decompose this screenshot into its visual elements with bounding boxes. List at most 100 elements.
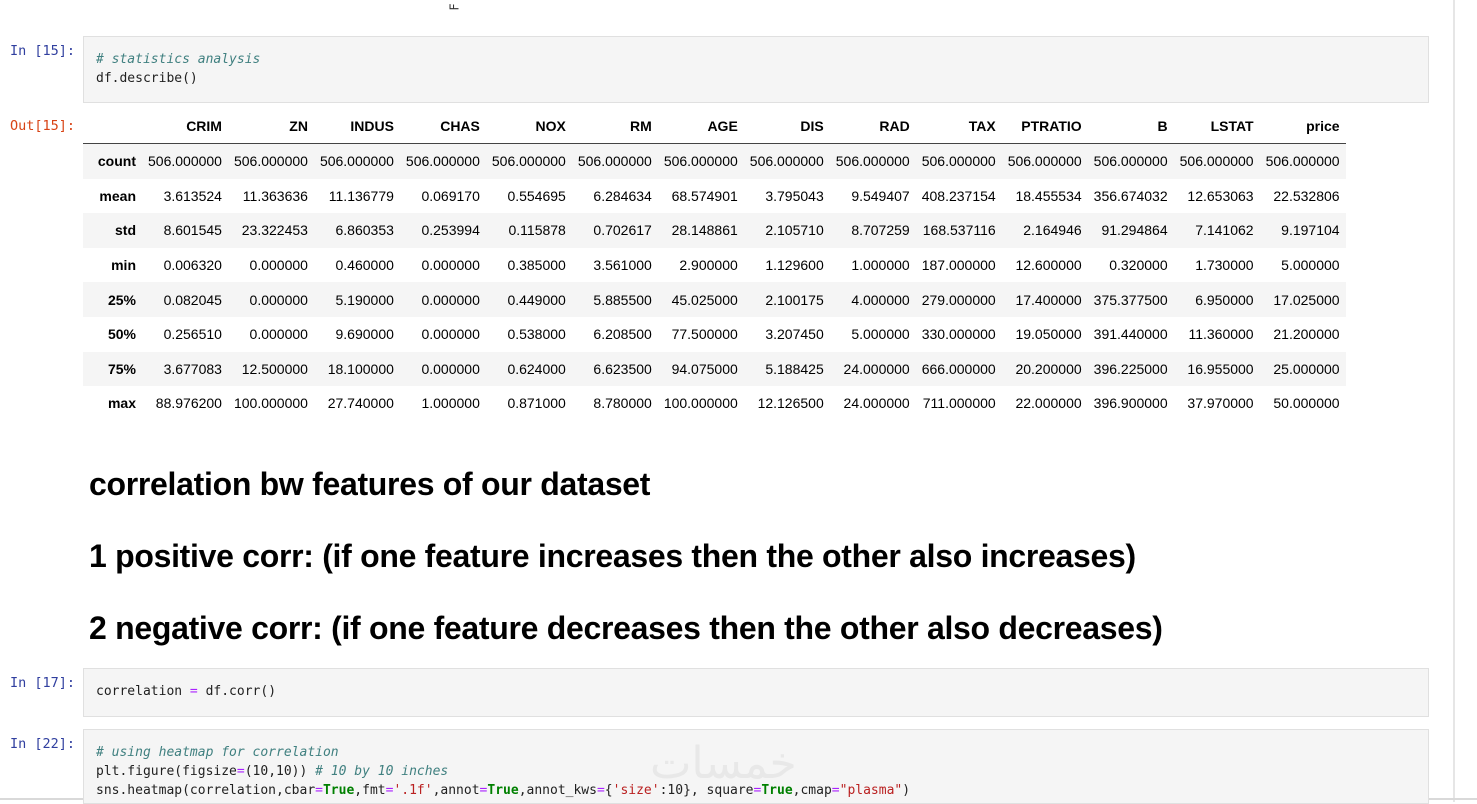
- table-cell: 396.225000: [1093, 360, 1168, 377]
- table-column-header: NOX: [485, 109, 572, 144]
- table-cell: 100.000000: [233, 395, 308, 412]
- table-cell: 28.148861: [671, 222, 738, 239]
- table-column-header: PTRATIO: [1001, 109, 1088, 144]
- table-cell: 168.537116: [922, 222, 996, 239]
- table-body: count 506.000000 506.000000 506.000000 506.0…: [83, 143, 1346, 421]
- table-cell: 12.600000: [1015, 257, 1082, 274]
- table-cell: 2.900000: [679, 257, 738, 274]
- table-cell: 0.069170: [421, 187, 480, 204]
- table-column-header: B: [1087, 109, 1174, 144]
- table-row-label: 25%: [107, 291, 136, 308]
- table-cell: 506.000000: [405, 153, 480, 170]
- table-cell: 6.623500: [593, 360, 652, 377]
- table-cell: 5.000000: [1281, 257, 1340, 274]
- table-cell: 187.000000: [921, 257, 996, 274]
- table-column-header: price: [1259, 109, 1346, 144]
- code-operator: =: [189, 684, 198, 699]
- code-token: ): [902, 783, 911, 798]
- table-column-header: LSTAT: [1173, 109, 1260, 144]
- table-cell: 18.100000: [327, 360, 394, 377]
- table-cell: 0.449000: [507, 291, 566, 308]
- table-cell: 9.197104: [1281, 222, 1340, 239]
- table-cell: 8.601545: [163, 222, 222, 239]
- code-token: :10}, square: [659, 783, 754, 798]
- table-cell: 0.006320: [163, 257, 222, 274]
- table-cell: 8.780000: [593, 395, 652, 412]
- markdown-heading-positive-corr: 1 positive corr: (if one feature increas…: [89, 538, 1136, 574]
- table-cell: 12.653063: [1187, 187, 1254, 204]
- table-cell: 506.000000: [1179, 153, 1254, 170]
- table-cell: 0.115878: [508, 222, 566, 239]
- code-line: plt.figure(figsize=(10,10)) # 10 by 10 i…: [84, 762, 1428, 781]
- table-row: 50% 0.256510 0.000000 9.690000 0.000000 0.538…: [83, 316, 1346, 352]
- table-column-header: CRIM: [142, 109, 228, 144]
- table-cell: 0.000000: [249, 291, 308, 308]
- code-comment: # using heatmap for correlation: [96, 745, 339, 760]
- table-cell: 506.000000: [1265, 153, 1340, 170]
- output-prompt-15: Out[15]:: [10, 118, 76, 134]
- code-variable: correlation: [96, 684, 183, 699]
- table-cell: 17.025000: [1273, 291, 1340, 308]
- code-operator: =: [236, 764, 245, 779]
- table-cell: 6.860353: [335, 222, 394, 239]
- table-index-header: [83, 109, 142, 144]
- describe-dataframe-table: CRIM ZN INDUS CHAS NOX RM AGE DIS RAD TAX PTRATIO B…: [83, 109, 1346, 421]
- code-operator: =: [596, 783, 605, 798]
- table-cell: 2.105710: [765, 222, 824, 239]
- table-row: 25% 0.082045 0.000000 5.190000 0.000000 0.449…: [83, 282, 1346, 317]
- table-column-header: RAD: [829, 109, 916, 144]
- code-comment: # 10 by 10 inches: [315, 764, 449, 779]
- table-cell: 5.190000: [335, 291, 394, 308]
- table-cell: 5.000000: [851, 326, 910, 343]
- input-prompt-22: In [22]:: [10, 736, 76, 752]
- input-prompt-15: In [15]:: [10, 43, 76, 59]
- table-cell: 0.000000: [421, 257, 480, 274]
- table-cell: 356.674032: [1093, 187, 1168, 204]
- table-cell: 12.500000: [241, 360, 308, 377]
- code-line: correlation = df.corr(): [84, 682, 1428, 701]
- code-cell-heatmap[interactable]: # using heatmap for correlation plt.figu…: [83, 729, 1429, 804]
- table-cell: 3.207450: [765, 326, 824, 343]
- code-line: sns.heatmap(correlation,cbar=True,fmt='.…: [84, 781, 1428, 800]
- table-cell: 50.000000: [1273, 395, 1340, 412]
- code-cell-correlation[interactable]: correlation = df.corr(): [83, 668, 1429, 717]
- code-cell-describe[interactable]: # statistics analysis df.describe(): [83, 36, 1429, 103]
- table-cell: 0.385000: [507, 257, 566, 274]
- table-cell: 0.554695: [507, 187, 566, 204]
- table-cell: 94.075000: [671, 360, 738, 377]
- table-column-header: ZN: [227, 109, 314, 144]
- table-cell: 17.400000: [1015, 291, 1082, 308]
- table-cell: 8.707259: [851, 222, 910, 239]
- table-cell: 77.500000: [671, 326, 738, 343]
- table-column-header: DIS: [743, 109, 830, 144]
- table-header-row: CRIM ZN INDUS CHAS NOX RM AGE DIS RAD TAX PTRATIO B…: [83, 109, 1346, 144]
- table-cell: 9.549407: [851, 187, 910, 204]
- table-row-label: mean: [99, 187, 136, 204]
- table-cell: 6.208500: [593, 326, 652, 343]
- table-row: min 0.006320 0.000000 0.460000 0.000000 0.385…: [83, 247, 1346, 283]
- input-prompt-17: In [17]:: [10, 675, 76, 691]
- table-cell: 3.795043: [765, 187, 824, 204]
- table-cell: 24.000000: [843, 395, 910, 412]
- table-row-label: 75%: [107, 360, 136, 377]
- table-row-label: 50%: [107, 326, 136, 343]
- table-cell: 279.000000: [921, 291, 996, 308]
- table-cell: 408.237154: [921, 187, 996, 204]
- table-cell: 3.677083: [163, 360, 222, 377]
- table-cell: 0.702617: [593, 222, 652, 239]
- table-row: 75% 3.677083 12.500000 18.100000 0.000000 0.6…: [83, 351, 1346, 387]
- code-keyword: True: [761, 783, 793, 798]
- table-cell: 3.561000: [593, 257, 652, 274]
- table-column-header: INDUS: [313, 109, 400, 144]
- table-cell: 506.000000: [1093, 153, 1168, 170]
- table-cell: 91.294864: [1101, 222, 1168, 239]
- table-cell: 0.000000: [421, 360, 480, 377]
- table-cell: 6.950000: [1195, 291, 1254, 308]
- code-string: 'size': [612, 783, 660, 798]
- table-cell: 24.000000: [843, 360, 910, 377]
- table-row-label: min: [111, 257, 136, 274]
- table-column-header: CHAS: [399, 109, 486, 144]
- code-token: ,cmap: [792, 783, 832, 798]
- code-token: ,annot_kws: [518, 783, 597, 798]
- table-row: std 8.601545 23.322453 6.860353 0.253994 0.11…: [83, 213, 1346, 248]
